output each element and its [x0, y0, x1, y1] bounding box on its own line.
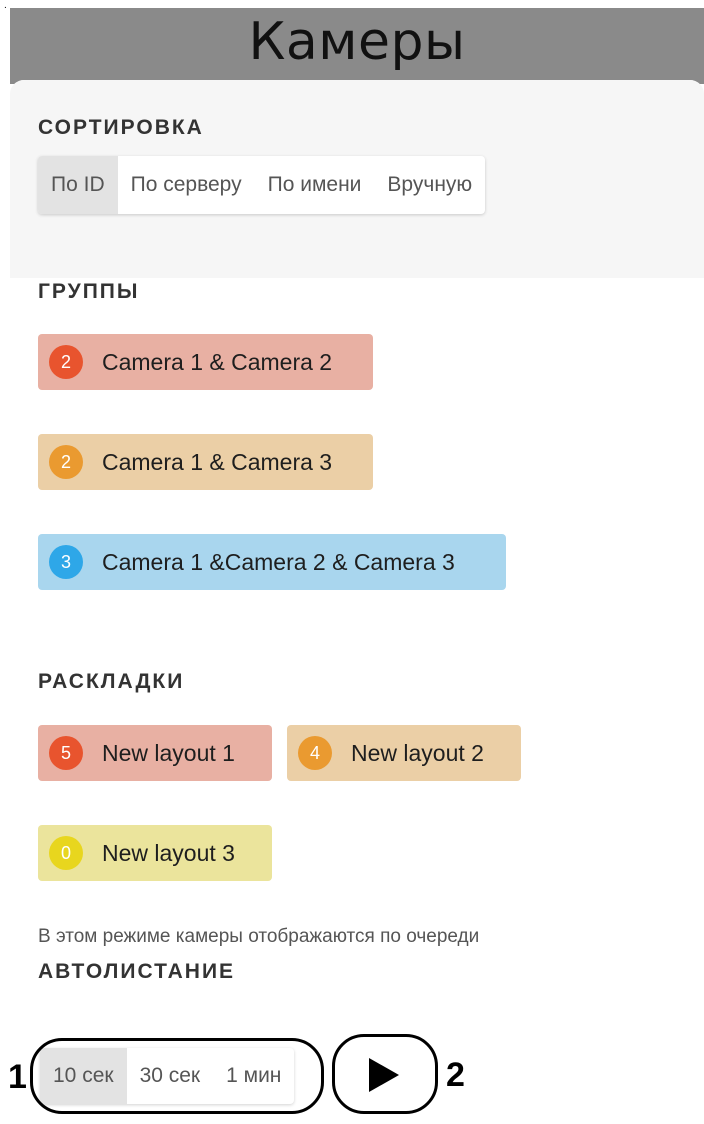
sorting-title: СОРТИРОВКА — [38, 116, 204, 139]
groups-title: ГРУППЫ — [38, 280, 140, 303]
stray-mark: . — [4, 0, 7, 11]
layout-label: New layout 2 — [351, 739, 484, 766]
autoscroll-description: В этом режиме камеры отображаются по оче… — [38, 926, 480, 947]
play-icon — [369, 1058, 399, 1092]
group-label: Camera 1 & Camera 3 — [102, 448, 333, 475]
group-count-badge: 2 — [49, 445, 83, 479]
settings-sheet: СОРТИРОВКА По ID По серверу По имени Вру… — [10, 80, 704, 1124]
layout-label: New layout 3 — [102, 839, 235, 866]
sort-option-by-name[interactable]: По имени — [255, 156, 375, 214]
group-chip[interactable]: 3 Camera 1 &Camera 2 & Camera 3 — [38, 534, 506, 590]
layout-label: New layout 1 — [102, 739, 235, 766]
layout-chip[interactable]: 5 New layout 1 — [38, 725, 272, 781]
sort-option-by-id[interactable]: По ID — [38, 156, 118, 214]
group-label: Camera 1 &Camera 2 & Camera 3 — [102, 548, 455, 575]
callout-outline-intervals — [30, 1038, 324, 1114]
layouts-title: РАСКЛАДКИ — [38, 670, 185, 693]
sort-option-by-server[interactable]: По серверу — [118, 156, 255, 214]
group-count-badge: 2 — [49, 345, 83, 379]
layout-chip[interactable]: 4 New layout 2 — [287, 725, 521, 781]
page-title: Камеры — [248, 12, 466, 72]
layout-count-badge: 4 — [298, 736, 332, 770]
group-label: Camera 1 & Camera 2 — [102, 348, 333, 375]
sorting-segmented-control: По ID По серверу По имени Вручную — [38, 156, 486, 214]
group-chip[interactable]: 2 Camera 1 & Camera 3 — [38, 434, 373, 490]
sort-option-manual[interactable]: Вручную — [374, 156, 485, 214]
callout-number-2: 2 — [446, 1056, 465, 1094]
autoscroll-title: АВТОЛИСТАНИЕ — [38, 960, 236, 983]
group-count-badge: 3 — [49, 545, 83, 579]
callout-number-1: 1 — [8, 1058, 27, 1096]
layout-count-badge: 0 — [49, 836, 83, 870]
layout-count-badge: 5 — [49, 736, 83, 770]
group-chip[interactable]: 2 Camera 1 & Camera 2 — [38, 334, 373, 390]
app-header: Камеры — [10, 8, 704, 84]
layout-chip[interactable]: 0 New layout 3 — [38, 825, 272, 881]
